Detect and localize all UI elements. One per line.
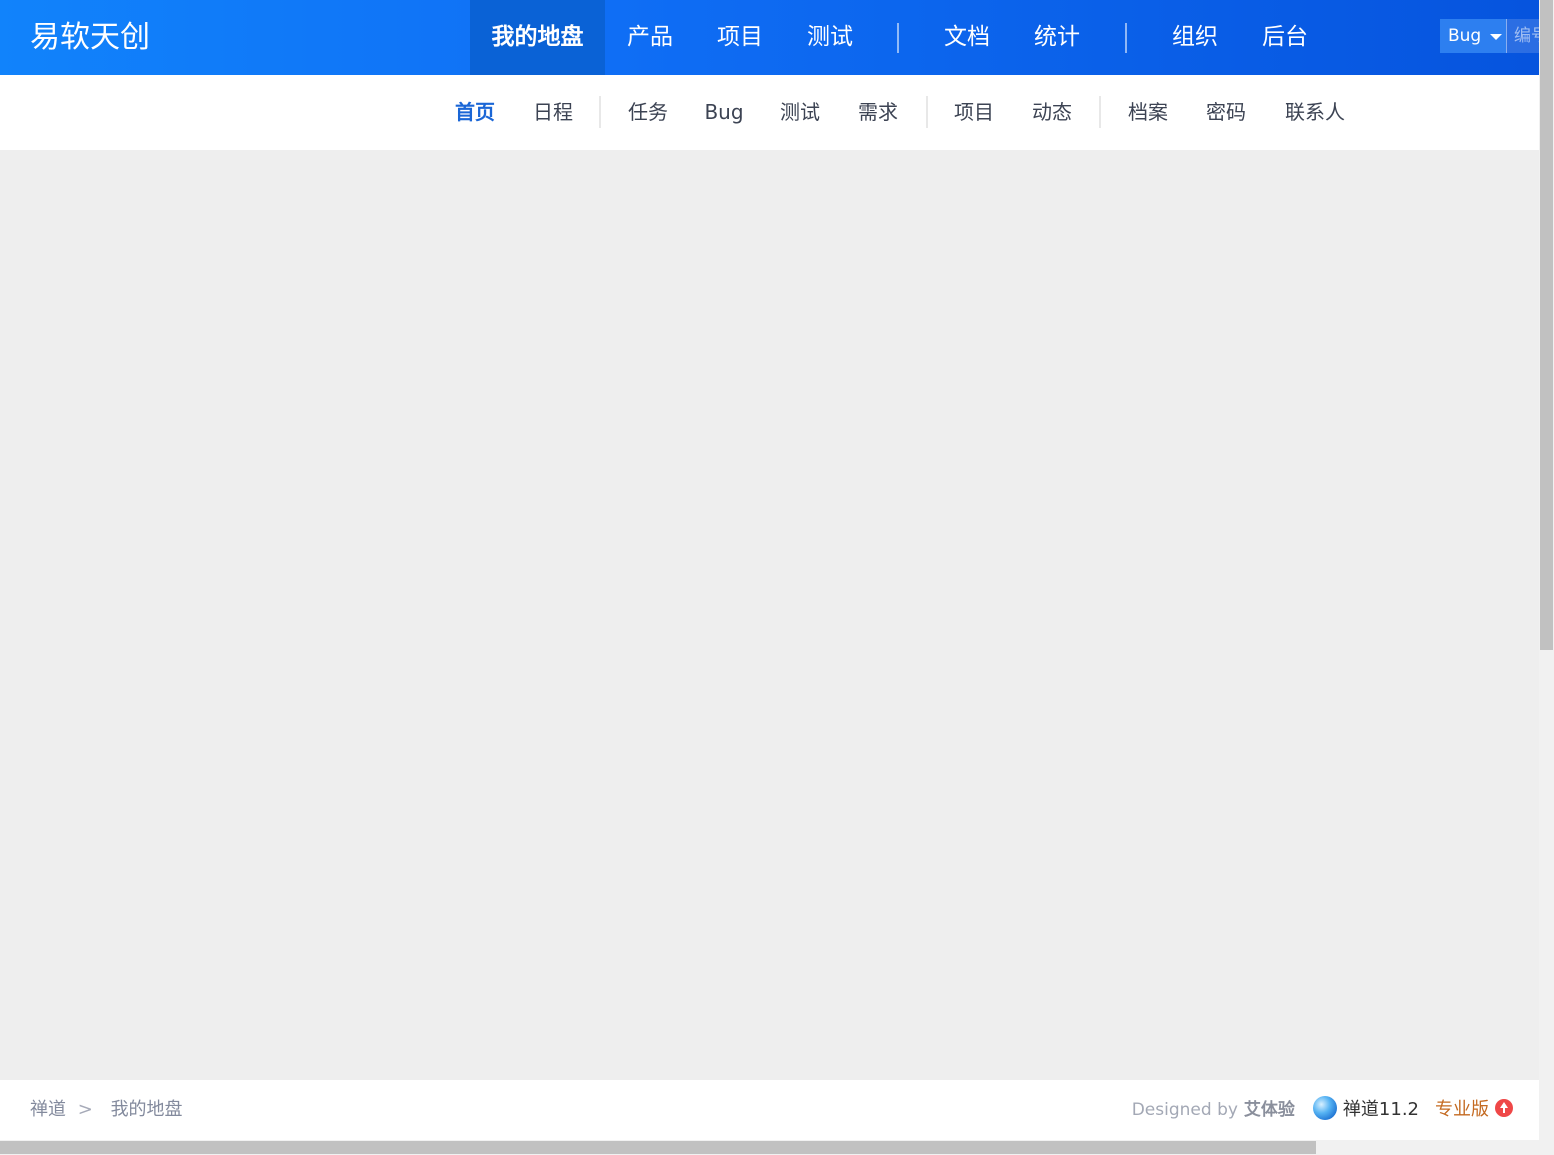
subnav-project[interactable]: 项目 (944, 75, 1004, 150)
subnav-testcase[interactable]: 测试 (770, 75, 830, 150)
subnav-divider (599, 96, 601, 128)
brand-name[interactable]: 易软天创 (30, 0, 150, 75)
horizontal-scrollbar-thumb[interactable] (0, 1141, 1316, 1154)
subnav-divider (926, 96, 928, 128)
sub-nav: 首页 日程 任务 Bug 测试 需求 项目 动态 档案 密码 联系人 (0, 75, 1539, 150)
breadcrumb-current[interactable]: 我的地盘 (111, 1099, 183, 1120)
designer-link[interactable]: 艾体验 (1244, 1100, 1295, 1120)
version-link[interactable]: 禅道11.2 (1343, 1099, 1419, 1120)
nav-product[interactable]: 产品 (605, 0, 695, 75)
edition-link[interactable]: 专业版 (1435, 1099, 1489, 1120)
zentao-logo-icon (1312, 1096, 1337, 1120)
nav-my-space[interactable]: 我的地盘 (470, 0, 605, 75)
search-box: Bug (1440, 19, 1539, 53)
subnav-divider (1099, 96, 1101, 128)
subnav-dynamic[interactable]: 动态 (1022, 75, 1082, 150)
designed-by-label: Designed by (1131, 1100, 1238, 1120)
nav-doc[interactable]: 文档 (922, 0, 1012, 75)
footer-info: Designed by 艾体验 禅道11.2 专业版 (1132, 1080, 1513, 1140)
nav-company[interactable]: 组织 (1150, 0, 1240, 75)
breadcrumb: 禅道 > 我的地盘 (30, 1080, 183, 1140)
search-input[interactable] (1508, 19, 1539, 53)
subnav-contacts[interactable]: 联系人 (1276, 75, 1354, 150)
subnav-password[interactable]: 密码 (1196, 75, 1256, 150)
subnav-story[interactable]: 需求 (848, 75, 908, 150)
nav-test[interactable]: 测试 (785, 0, 875, 75)
subnav-calendar[interactable]: 日程 (523, 75, 583, 150)
subnav-home[interactable]: 首页 (445, 75, 505, 150)
footer: 禅道 > 我的地盘 Designed by 艾体验 禅道11.2 专业版 (0, 1080, 1539, 1140)
subnav-profile[interactable]: 档案 (1118, 75, 1178, 150)
subnav-bug[interactable]: Bug (694, 75, 754, 150)
search-divider (1506, 19, 1507, 53)
vertical-scrollbar-thumb[interactable] (1540, 0, 1553, 650)
nav-report[interactable]: 统计 (1012, 0, 1102, 75)
caret-down-icon[interactable] (1490, 34, 1502, 40)
nav-admin[interactable]: 后台 (1240, 0, 1330, 75)
upgrade-arrow-icon[interactable] (1495, 1099, 1513, 1117)
search-type-label: Bug (1448, 26, 1482, 46)
nav-divider (897, 23, 899, 53)
nav-divider (1125, 23, 1127, 53)
main-content (0, 150, 1539, 1080)
breadcrumb-separator: > (77, 1099, 93, 1120)
nav-project[interactable]: 项目 (695, 0, 785, 75)
subnav-task[interactable]: 任务 (618, 75, 678, 150)
top-header: 易软天创 我的地盘 产品 项目 测试 文档 统计 组织 后台 Bug (0, 0, 1539, 75)
breadcrumb-home[interactable]: 禅道 (30, 1099, 66, 1120)
